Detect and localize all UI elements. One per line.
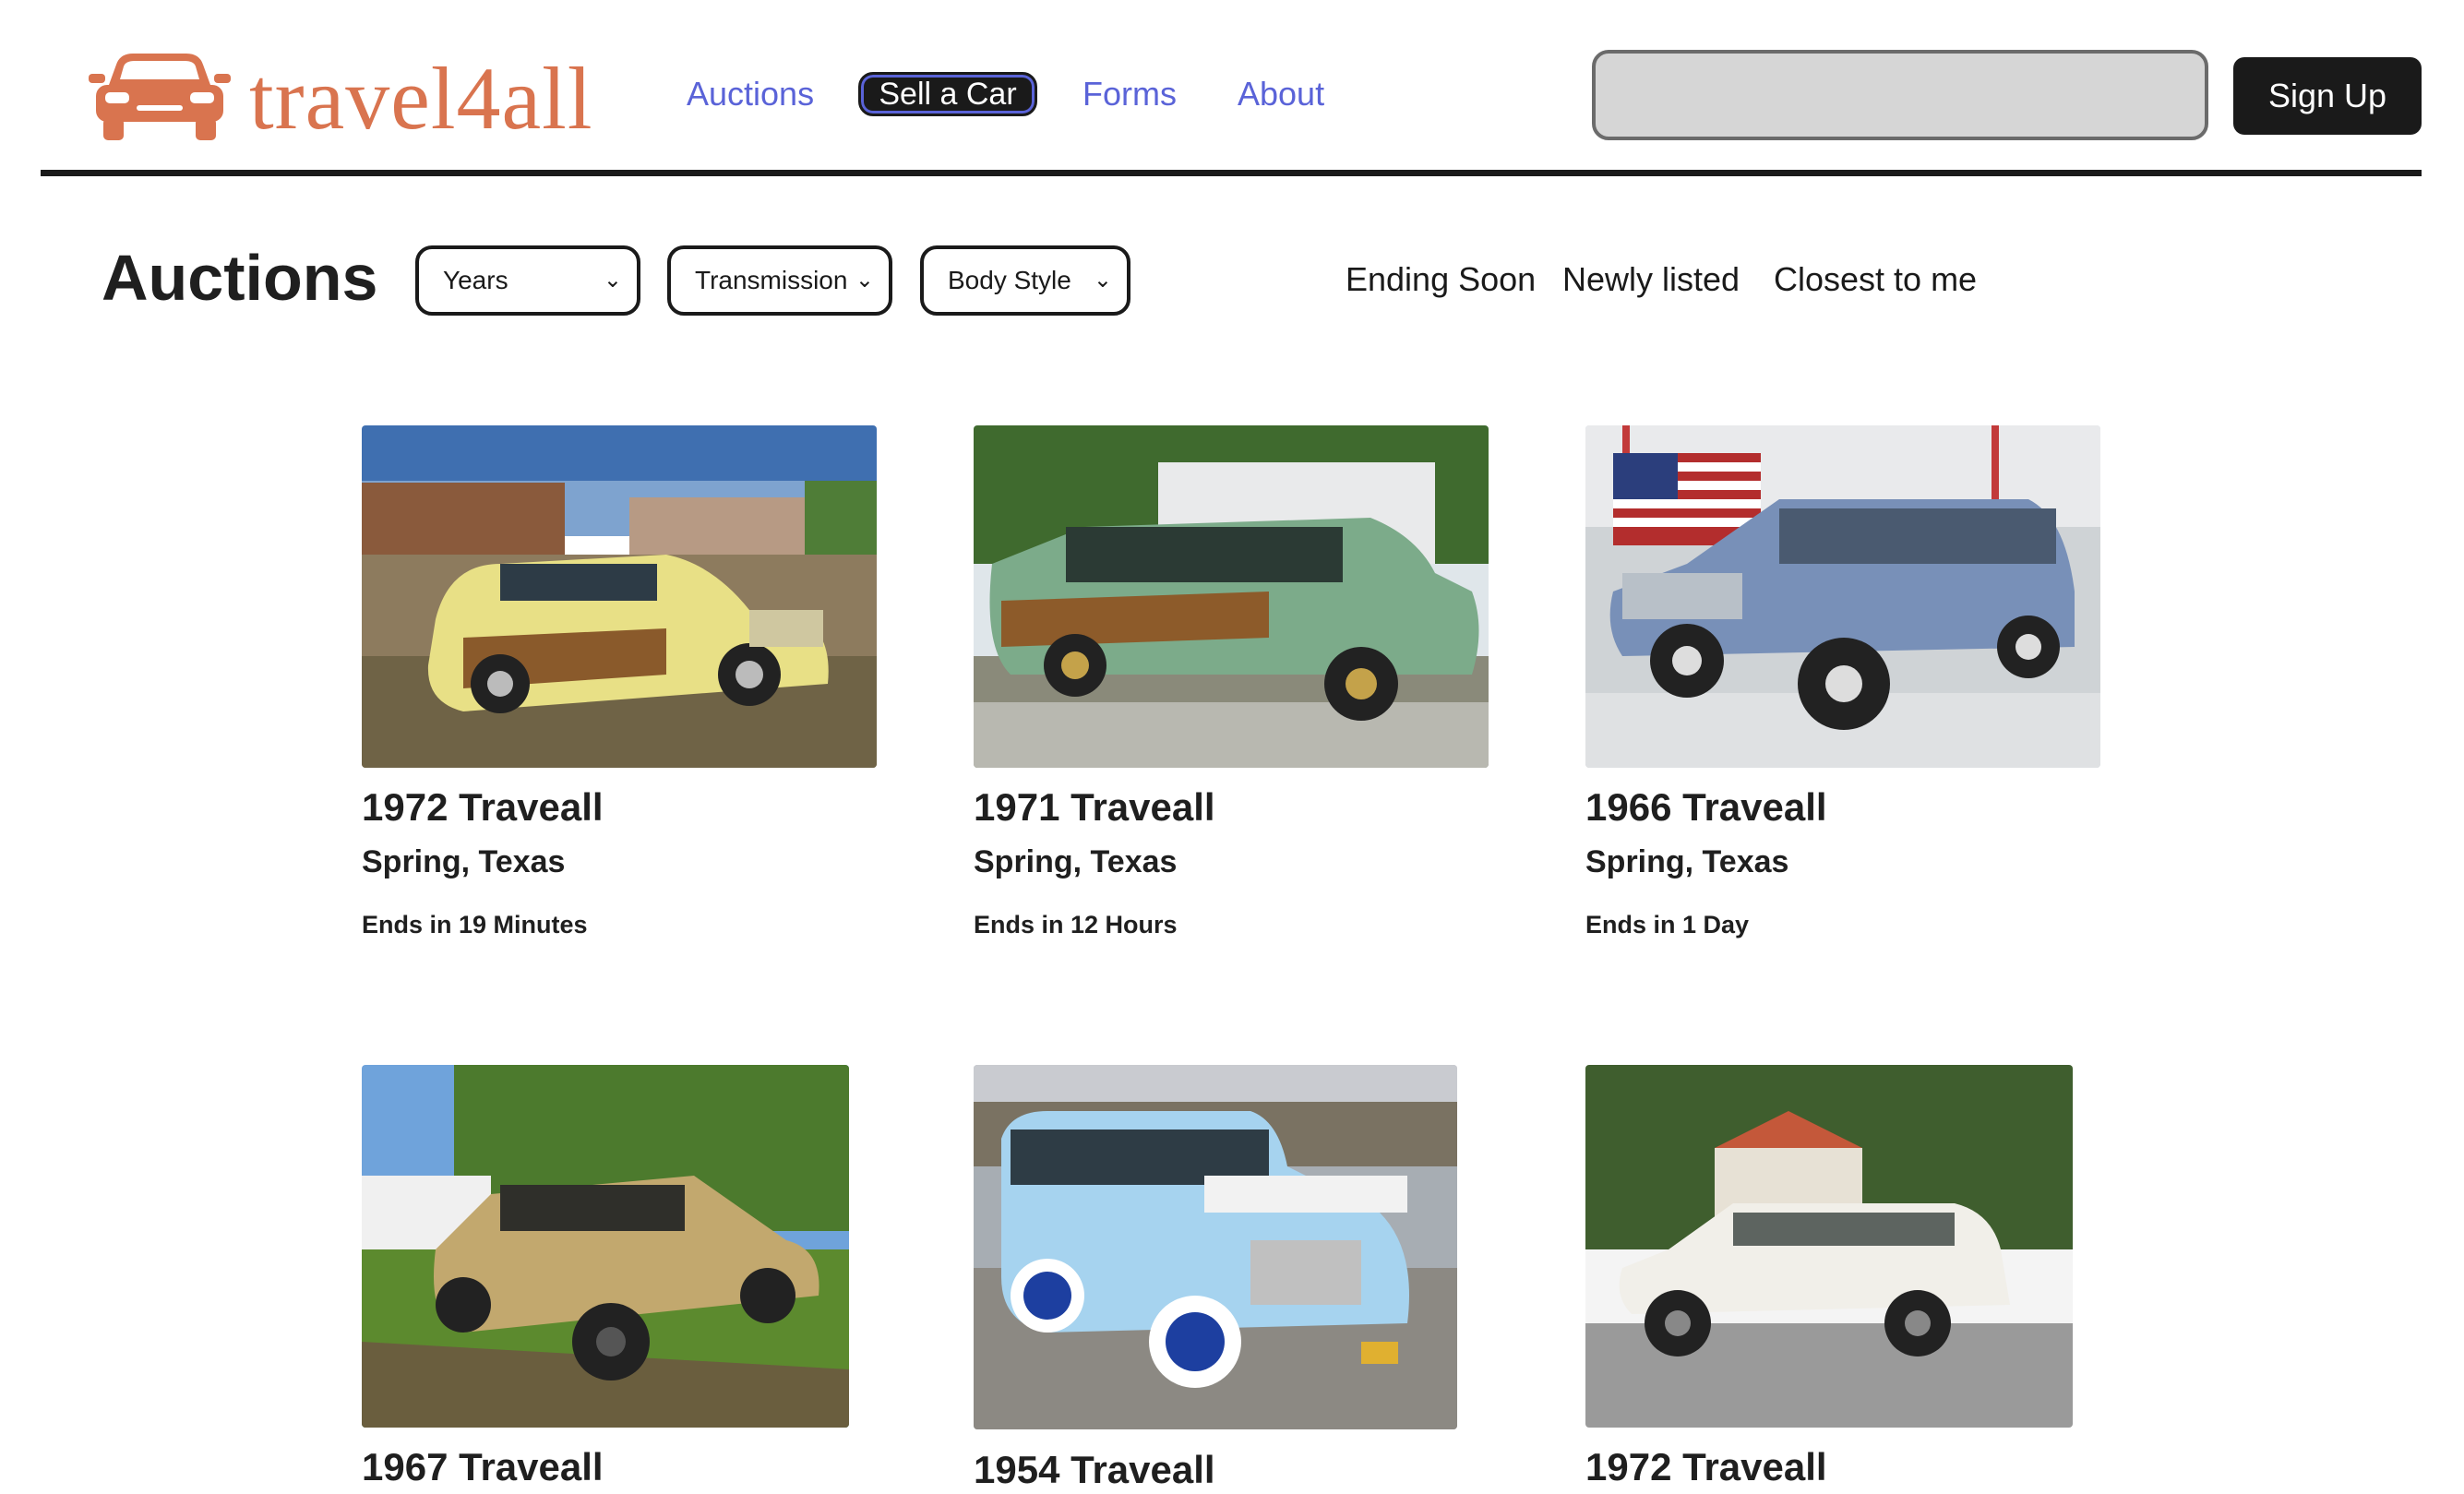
listing-title[interactable]: 1967 Traveall — [362, 1443, 604, 1491]
header-divider — [41, 170, 2422, 176]
sort-newly-listed[interactable]: Newly listed — [1562, 258, 1740, 301]
nav-auctions[interactable]: Auctions — [687, 72, 814, 116]
listing-location: Spring, Texas — [974, 844, 1178, 879]
body-style-filter-label: Body Style — [948, 266, 1071, 294]
chevron-down-icon: ⌄ — [1093, 268, 1112, 293]
listing-location: Spring, Texas — [362, 844, 566, 879]
nav-sell-a-car-button[interactable]: Sell a Car — [858, 72, 1037, 116]
listing-title[interactable]: 1972 Traveall — [362, 783, 604, 831]
transmission-filter-select[interactable]: Transmission ⌄ — [667, 245, 892, 316]
listing-ends: Ends in 19 Minutes — [362, 911, 588, 938]
page-title: Auctions — [102, 242, 378, 314]
sign-up-button[interactable]: Sign Up — [2233, 57, 2422, 135]
sort-closest-to-me[interactable]: Closest to me — [1774, 258, 1977, 301]
listing-photo[interactable] — [1585, 1065, 2073, 1428]
chevron-down-icon: ⌄ — [855, 268, 874, 293]
years-filter-label: Years — [443, 266, 508, 294]
listing-title[interactable]: 1971 Traveall — [974, 783, 1215, 831]
listing-photo[interactable] — [1585, 425, 2100, 768]
body-style-filter-select[interactable]: Body Style ⌄ — [920, 245, 1130, 316]
sort-ending-soon[interactable]: Ending Soon — [1346, 258, 1536, 301]
listing-title[interactable]: 1972 Traveall — [1585, 1443, 1827, 1491]
car-icon — [89, 48, 231, 149]
listing-photo[interactable] — [362, 1065, 849, 1428]
listing-photo[interactable] — [974, 1065, 1457, 1429]
listing-card[interactable]: 1966 Traveall Spring, Texas Ends in 1 Da… — [1585, 425, 2102, 942]
listing-ends: Ends in 12 Hours — [974, 911, 1178, 938]
listing-card[interactable]: 1971 Traveall Spring, Texas Ends in 12 H… — [974, 425, 1490, 942]
listing-title[interactable]: 1954 Traveall — [974, 1446, 1215, 1494]
listing-photo[interactable] — [362, 425, 877, 768]
site-header: travel4all Auctions Sell a Car Forms Abo… — [0, 0, 2464, 185]
logo-text: travel4all — [249, 48, 593, 148]
years-filter-select[interactable]: Years ⌄ — [415, 245, 640, 316]
listing-card[interactable]: 1967 Traveall — [362, 1065, 879, 1488]
listing-card[interactable]: 1972 Traveall — [1585, 1065, 2102, 1488]
listing-location: Spring, Texas — [1585, 844, 1789, 879]
search-input[interactable] — [1592, 50, 2208, 140]
listing-title[interactable]: 1966 Traveall — [1585, 783, 1827, 831]
chevron-down-icon: ⌄ — [603, 268, 622, 293]
transmission-filter-label: Transmission — [695, 266, 848, 294]
nav-about[interactable]: About — [1238, 72, 1324, 116]
listing-card[interactable]: 1972 Traveall Spring, Texas Ends in 19 M… — [362, 425, 879, 942]
listing-ends: Ends in 1 Day — [1585, 911, 1750, 938]
nav-forms[interactable]: Forms — [1082, 72, 1177, 116]
listing-card[interactable]: 1954 Traveall — [974, 1065, 1490, 1491]
site-logo[interactable]: travel4all — [89, 48, 592, 149]
listing-photo[interactable] — [974, 425, 1489, 768]
